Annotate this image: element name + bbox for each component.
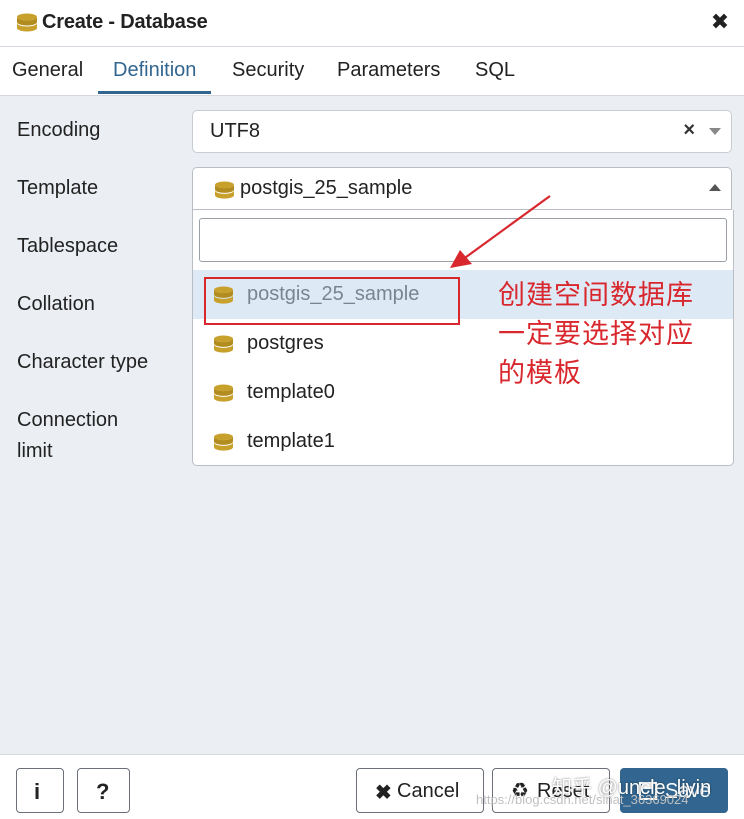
character-type-label: Character type [17,351,149,373]
dialog-titlebar: Create - Database ✖ [0,0,744,47]
tab-parameters[interactable]: Parameters [337,59,440,91]
info-button[interactable]: i [16,768,64,813]
dropdown-option[interactable]: template1 [193,417,733,466]
database-icon [214,335,233,353]
annotation-highlight-box [204,277,460,325]
cancel-button[interactable]: ✖ Cancel [356,768,484,813]
database-icon [17,13,37,32]
help-button[interactable]: ? [77,768,130,813]
collation-label: Collation [17,293,95,315]
chevron-up-icon[interactable] [709,184,721,191]
connection-limit-label-line2: limit [17,440,53,462]
dropdown-option-label: postgres [247,332,324,354]
clear-icon[interactable]: × [683,119,695,142]
tab-general[interactable]: General [12,59,83,91]
annotation-text: 创建空间数据库 一定要选择对应 的模板 [498,276,738,393]
watermark-url: https://blog.csdn.net/sinat_36369024 [476,792,689,807]
tab-bar: General Definition Security Parameters S… [0,47,744,96]
chevron-down-icon[interactable] [709,128,721,135]
tab-definition[interactable]: Definition [98,59,212,94]
annotation-line: 一定要选择对应 [498,319,694,350]
annotation-line: 的模板 [498,358,582,389]
arrow-icon [450,195,551,268]
annotation-line: 创建空间数据库 [498,280,694,311]
tab-security[interactable]: Security [232,59,304,91]
encoding-select[interactable]: UTF8 × [192,110,732,153]
encoding-label: Encoding [17,119,101,141]
cancel-button-label: Cancel [397,780,460,802]
template-label: Template [17,177,99,199]
template-value: postgis_25_sample [240,177,413,199]
dropdown-option-label: template0 [247,381,335,403]
database-icon [214,433,233,451]
tab-sql[interactable]: SQL [475,59,515,91]
info-icon: i [34,779,41,804]
tablespace-label: Tablespace [17,235,119,257]
database-icon [215,181,234,199]
encoding-value: UTF8 [210,120,260,142]
help-icon: ? [96,779,110,804]
close-icon: ✖ [375,782,392,804]
database-icon [214,384,233,402]
dropdown-option-label: template1 [247,430,335,452]
dialog-title: Create - Database [42,11,208,33]
connection-limit-label-line1: Connection [17,409,119,431]
close-icon[interactable]: ✖ [710,9,730,35]
